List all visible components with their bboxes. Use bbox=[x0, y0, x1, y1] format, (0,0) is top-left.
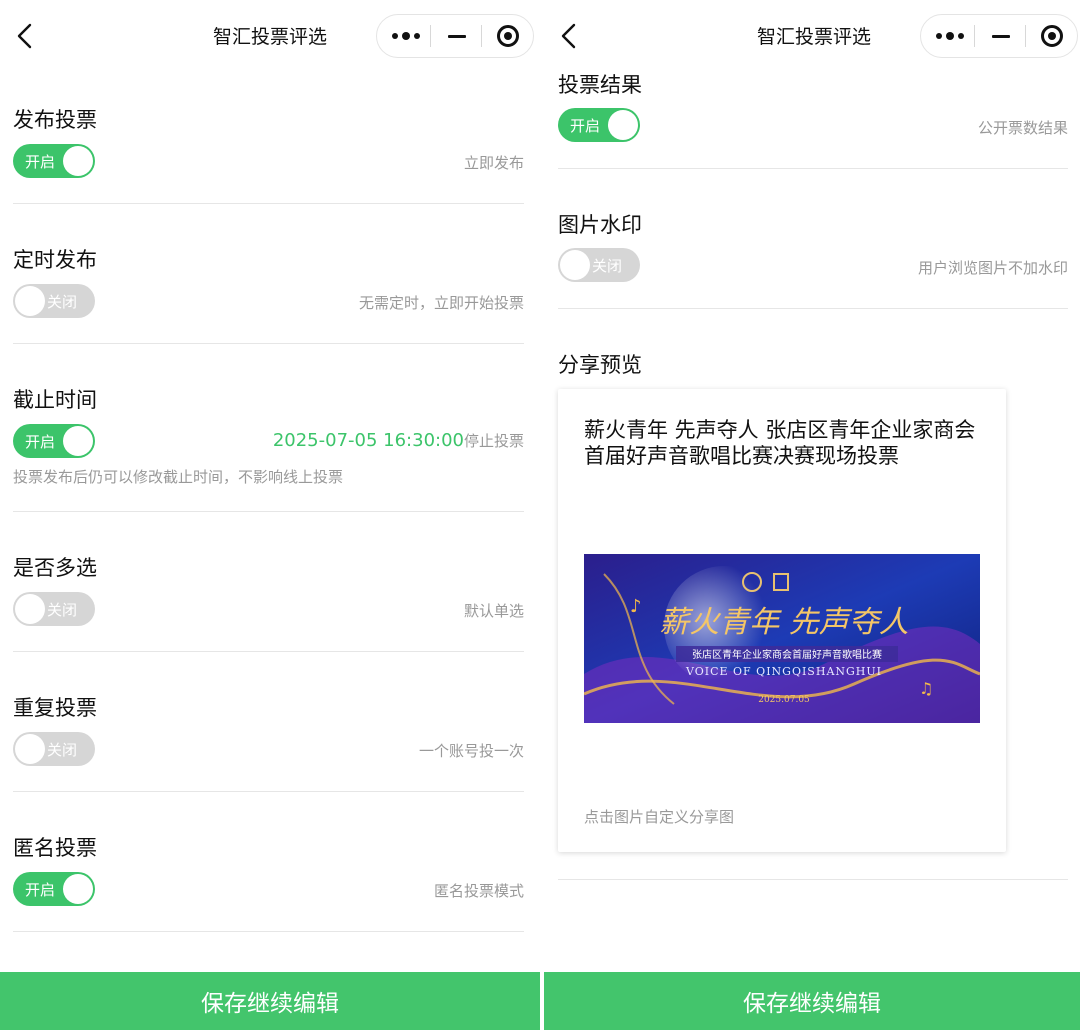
chevron-left-icon bbox=[17, 23, 32, 49]
divider bbox=[13, 931, 524, 932]
scheduled-publish-desc: 无需定时，立即开始投票 bbox=[358, 294, 524, 312]
divider bbox=[13, 651, 524, 652]
deadline-row-right: 2025-07-05 16:30:00停止投票 bbox=[273, 430, 524, 451]
capsule-menu bbox=[920, 14, 1078, 58]
page-title: 智汇投票评选 bbox=[213, 26, 328, 48]
left-screen: 智汇投票评选 发布投票 开启 立即发布 定时发布 关闭 无需定时，立即开始投票 … bbox=[0, 0, 540, 1030]
share-image-hint: 点击图片自定义分享图 bbox=[584, 808, 735, 826]
toggle-label: 关闭 bbox=[47, 601, 78, 619]
toggle-knob bbox=[63, 426, 93, 456]
publish-vote-desc: 立即发布 bbox=[463, 154, 524, 172]
back-button[interactable] bbox=[12, 22, 40, 50]
deadline-desc: 停止投票 bbox=[463, 432, 524, 450]
banner-subtitle: 张店区青年企业家商会首届好声音歌唱比赛 bbox=[692, 648, 882, 661]
repeat-vote-toggle[interactable]: 关闭 bbox=[13, 732, 95, 766]
chevron-left-icon bbox=[561, 23, 576, 49]
share-preview-card[interactable]: 薪火青年 先声夺人 张店区青年企业家商会首届好声音歌唱比赛决赛现场投票 薪火青年… bbox=[558, 389, 1006, 852]
target-circle-icon bbox=[497, 25, 519, 47]
deadline-note: 投票发布后仍可以修改截止时间，不影响线上投票 bbox=[13, 468, 344, 486]
close-miniprogram-button[interactable] bbox=[1026, 15, 1078, 57]
save-continue-button[interactable]: 保存继续编辑 bbox=[544, 972, 1080, 1030]
watermark-desc: 用户浏览图片不加水印 bbox=[917, 259, 1068, 277]
divider bbox=[558, 168, 1068, 169]
vote-result-desc: 公开票数结果 bbox=[977, 119, 1068, 137]
toggle-label: 关闭 bbox=[47, 741, 78, 759]
deadline-datetime[interactable]: 2025-07-05 16:30:00 bbox=[273, 430, 464, 451]
toggle-knob bbox=[15, 734, 45, 764]
deadline-title: 截止时间 bbox=[13, 388, 97, 412]
toggle-knob bbox=[608, 110, 638, 140]
navigation-bar: 智汇投票评选 bbox=[544, 0, 1080, 72]
toggle-label: 开启 bbox=[570, 117, 601, 135]
banner-date: 2025.07.05 bbox=[758, 695, 810, 705]
toggle-knob bbox=[560, 250, 590, 280]
share-cover-image[interactable]: 薪火青年 先声夺人 张店区青年企业家商会首届好声音歌唱比赛 VOICE OF Q… bbox=[584, 554, 980, 723]
vote-result-title: 投票结果 bbox=[558, 73, 642, 97]
toggle-label: 关闭 bbox=[592, 257, 623, 275]
back-button[interactable] bbox=[556, 22, 584, 50]
banner-headline: 薪火青年 先声夺人 bbox=[659, 605, 909, 640]
more-dots-icon bbox=[392, 32, 420, 40]
divider bbox=[13, 791, 524, 792]
minimize-button[interactable] bbox=[431, 15, 483, 57]
publish-vote-title: 发布投票 bbox=[13, 108, 97, 132]
music-note-icon: ♫ bbox=[919, 679, 933, 698]
minus-icon bbox=[992, 34, 1010, 38]
toggle-knob bbox=[15, 286, 45, 316]
toggle-knob bbox=[15, 594, 45, 624]
repeat-vote-title: 重复投票 bbox=[13, 696, 97, 720]
minimize-button[interactable] bbox=[975, 15, 1027, 57]
capsule-menu bbox=[376, 14, 534, 58]
scheduled-publish-toggle[interactable]: 关闭 bbox=[13, 284, 95, 318]
anonymous-vote-toggle[interactable]: 开启 bbox=[13, 872, 95, 906]
multi-select-toggle[interactable]: 关闭 bbox=[13, 592, 95, 626]
divider bbox=[13, 343, 524, 344]
toggle-label: 开启 bbox=[25, 881, 56, 899]
repeat-vote-desc: 一个账号投一次 bbox=[418, 742, 524, 760]
navigation-bar: 智汇投票评选 bbox=[0, 0, 540, 72]
publish-vote-toggle[interactable]: 开启 bbox=[13, 144, 95, 178]
divider bbox=[13, 511, 524, 512]
vote-result-toggle[interactable]: 开启 bbox=[558, 108, 640, 142]
scheduled-publish-title: 定时发布 bbox=[13, 248, 97, 272]
toggle-label: 关闭 bbox=[47, 293, 78, 311]
more-button[interactable] bbox=[924, 15, 976, 57]
save-continue-button[interactable]: 保存继续编辑 bbox=[0, 972, 540, 1030]
deadline-toggle[interactable]: 开启 bbox=[13, 424, 95, 458]
anonymous-vote-desc: 匿名投票模式 bbox=[433, 882, 524, 900]
page-title: 智汇投票评选 bbox=[757, 26, 872, 48]
watermark-toggle[interactable]: 关闭 bbox=[558, 248, 640, 282]
divider bbox=[558, 879, 1068, 880]
close-miniprogram-button[interactable] bbox=[482, 15, 534, 57]
more-button[interactable] bbox=[380, 15, 432, 57]
multi-select-title: 是否多选 bbox=[13, 556, 97, 580]
share-preview-title: 分享预览 bbox=[558, 353, 642, 377]
banner-voice: VOICE OF QINGQISHANGHUI bbox=[685, 665, 882, 678]
anonymous-vote-title: 匿名投票 bbox=[13, 836, 97, 860]
divider bbox=[558, 308, 1068, 309]
toggle-label: 开启 bbox=[25, 153, 56, 171]
multi-select-desc: 默认单选 bbox=[463, 602, 524, 620]
minus-icon bbox=[448, 34, 466, 38]
toggle-knob bbox=[63, 874, 93, 904]
share-card-title: 薪火青年 先声夺人 张店区青年企业家商会首届好声音歌唱比赛决赛现场投票 bbox=[584, 418, 976, 468]
toggle-knob bbox=[63, 146, 93, 176]
event-banner-graphic: 薪火青年 先声夺人 张店区青年企业家商会首届好声音歌唱比赛 VOICE OF Q… bbox=[584, 554, 980, 723]
music-note-icon: ♪ bbox=[630, 596, 642, 617]
divider bbox=[13, 203, 524, 204]
toggle-label: 开启 bbox=[25, 433, 56, 451]
watermark-title: 图片水印 bbox=[558, 213, 642, 237]
right-screen: 智汇投票评选 投票结果 开启 公开票数结果 图片水印 关闭 用户浏览图片不加水印… bbox=[544, 0, 1080, 1030]
more-dots-icon bbox=[936, 32, 964, 40]
target-circle-icon bbox=[1041, 25, 1063, 47]
